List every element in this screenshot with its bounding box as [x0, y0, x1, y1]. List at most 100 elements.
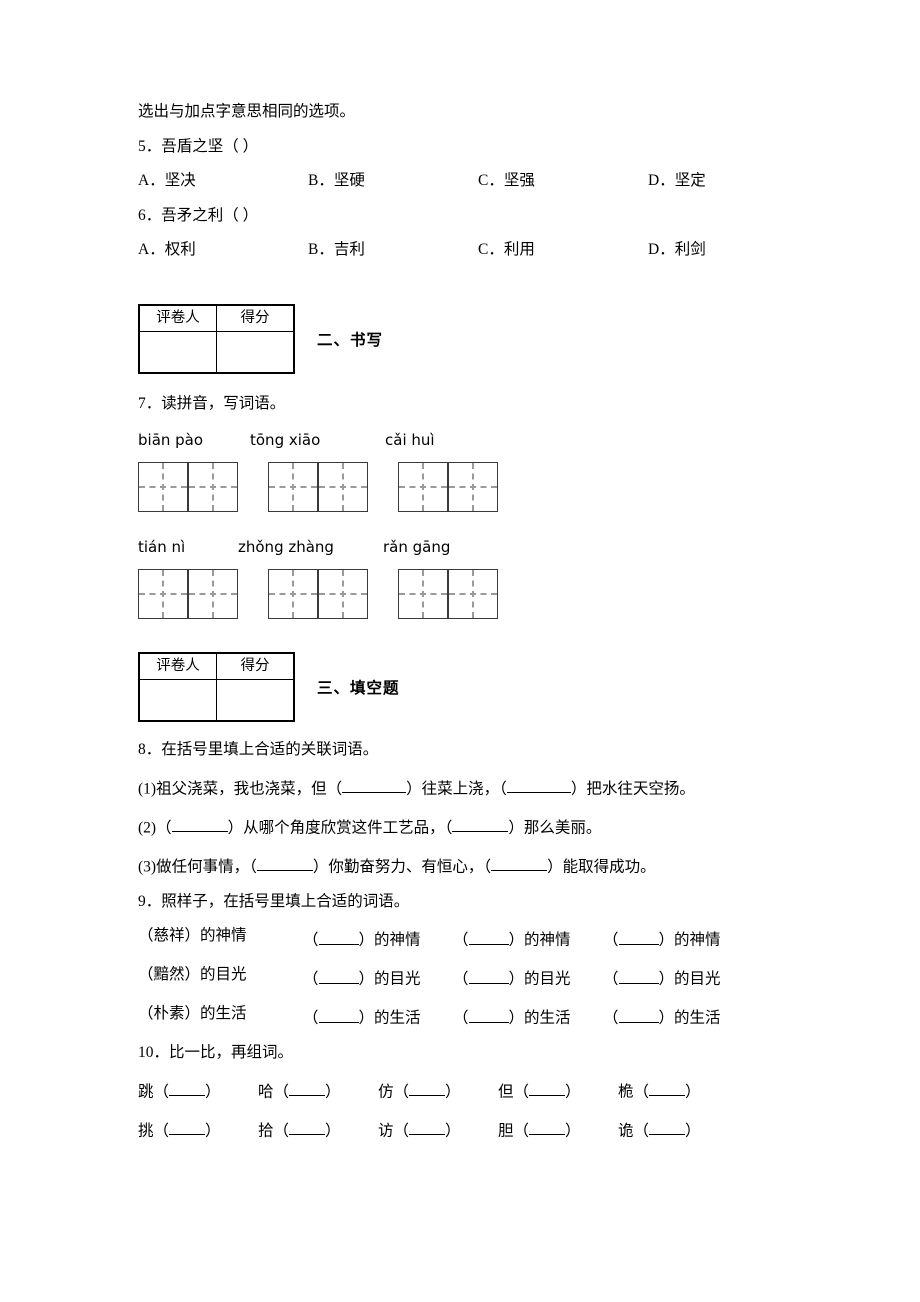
blank-input[interactable]: [491, 855, 548, 871]
score-table-value-row: [138, 330, 295, 373]
section-two-title: 二、书写: [317, 331, 384, 349]
tianzige-cell[interactable]: [398, 462, 448, 512]
grader-value[interactable]: [138, 679, 217, 722]
blank-input[interactable]: [256, 855, 313, 871]
blank-input[interactable]: [318, 928, 359, 945]
option-5-b-label: ．坚硬: [318, 172, 365, 189]
option-5-b-letter: B: [308, 172, 319, 189]
blank-input[interactable]: [649, 1080, 686, 1096]
word-char: 仿（: [378, 1083, 410, 1100]
tianzige-cell[interactable]: [138, 462, 188, 512]
section-two-header: 评卷人 得分 二、书写: [138, 303, 778, 374]
phrase-blank-3-2[interactable]: （ ）的生活: [453, 1006, 603, 1026]
word-pair-2-top[interactable]: 哈（ ）: [258, 1080, 378, 1100]
word-pair-3-top[interactable]: 仿（ ）: [378, 1080, 498, 1100]
blank-input[interactable]: [409, 1119, 446, 1135]
blank-input[interactable]: [289, 1080, 326, 1096]
option-5-a[interactable]: A．坚决: [138, 173, 308, 189]
paren-open: （: [453, 970, 469, 988]
phrase-blank-1-1[interactable]: （ ）的神情: [303, 928, 453, 948]
tianzige-cell[interactable]: [268, 462, 318, 512]
phrase-blank-1-3[interactable]: （ ）的神情: [603, 928, 753, 948]
paren-close-label: ）的神情: [358, 931, 421, 949]
question-6-number: 6: [138, 206, 146, 224]
blank-input[interactable]: [468, 928, 509, 945]
phrase-blank-2-1[interactable]: （ ）的目光: [303, 967, 453, 987]
option-5-b[interactable]: B．坚硬: [308, 173, 478, 189]
blank-input[interactable]: [618, 928, 659, 945]
option-5-c[interactable]: C．坚强: [478, 173, 648, 189]
question-8-item-3: (3)做任何事情，（ ）你勤奋努力、有恒心，（ ）能取得成功。: [138, 855, 778, 875]
word-pair-1-top[interactable]: 跳（ ）: [138, 1080, 258, 1100]
word-pair-1-bottom[interactable]: 挑（ ）: [138, 1119, 258, 1139]
option-6-c[interactable]: C．利用: [478, 242, 648, 258]
paren-open: （: [303, 1009, 319, 1027]
item-3-seg3: ）能取得成功。: [547, 858, 656, 875]
score-value[interactable]: [216, 679, 295, 722]
pinyin-1-3: cǎi huì: [385, 431, 435, 449]
blank-input[interactable]: [169, 1080, 206, 1096]
tianzige-cell[interactable]: [448, 462, 498, 512]
tianzige-group-1-1: [138, 462, 238, 512]
tianzige-cell[interactable]: [138, 569, 188, 619]
score-table-header-row: 评卷人 得分: [138, 304, 295, 332]
blank-input[interactable]: [618, 967, 659, 984]
blank-input[interactable]: [529, 1119, 566, 1135]
word-char: 跳（: [138, 1083, 170, 1100]
option-5-c-letter: C: [478, 172, 489, 189]
phrase-blank-2-2[interactable]: （ ）的目光: [453, 967, 603, 987]
pinyin-row-2: tián nì zhǒng zhàng rǎn gāng: [138, 540, 778, 555]
option-6-a[interactable]: A．权利: [138, 242, 308, 258]
paren-open: （: [603, 931, 619, 949]
blank-input[interactable]: [649, 1119, 686, 1135]
option-5-d[interactable]: D．坚定: [648, 173, 818, 189]
word-pair-3-bottom[interactable]: 访（ ）: [378, 1119, 498, 1139]
tianzige-cell[interactable]: [318, 569, 368, 619]
pinyin-1-2: tōng xiāo: [250, 431, 321, 449]
blank-input[interactable]: [318, 1006, 359, 1023]
phrase-blank-1-2[interactable]: （ ）的神情: [453, 928, 603, 948]
blank-input[interactable]: [171, 816, 228, 832]
pinyin-2-1: tián nì: [138, 538, 186, 556]
question-8-prompt: 8．在括号里填上合适的关联词语。: [138, 741, 379, 758]
tianzige-cell[interactable]: [188, 462, 238, 512]
option-6-b-letter: B: [308, 241, 319, 258]
score-label: 得分: [216, 304, 295, 332]
question-6-options: A．权利 B．吉利 C．利用 D．利剑: [138, 242, 778, 258]
option-6-b[interactable]: B．吉利: [308, 242, 478, 258]
blank-input[interactable]: [506, 777, 571, 793]
phrase-blank-3-1[interactable]: （ ）的生活: [303, 1006, 453, 1026]
blank-input[interactable]: [468, 1006, 509, 1023]
phrase-blank-2-3[interactable]: （ ）的目光: [603, 967, 753, 987]
tianzige-cell[interactable]: [318, 462, 368, 512]
blank-input[interactable]: [452, 816, 509, 832]
phrase-example-2: （黯然）的目光: [138, 966, 247, 983]
paren-close: ）: [205, 1122, 221, 1139]
word-pair-5-bottom[interactable]: 诡（ ）: [618, 1119, 738, 1139]
score-value[interactable]: [216, 330, 295, 373]
tianzige-cell[interactable]: [188, 569, 238, 619]
question-9-prompt: 9．照样子，在括号里填上合适的词语。: [138, 892, 410, 910]
blank-input[interactable]: [289, 1119, 326, 1135]
blank-input[interactable]: [618, 1006, 659, 1023]
tianzige-cell[interactable]: [268, 569, 318, 619]
word-pair-2-bottom[interactable]: 拾（ ）: [258, 1119, 378, 1139]
blank-input[interactable]: [169, 1119, 206, 1135]
phrase-blank-3-3[interactable]: （ ）的生活: [603, 1006, 753, 1026]
blank-input[interactable]: [318, 967, 359, 984]
option-6-c-letter: C: [478, 241, 489, 258]
tianzige-cell[interactable]: [398, 569, 448, 619]
word-pair-4-top[interactable]: 但（ ）: [498, 1080, 618, 1100]
word-char: 但（: [498, 1083, 530, 1100]
word-pair-5-top[interactable]: 桅（ ）: [618, 1080, 738, 1100]
tianzige-cell[interactable]: [448, 569, 498, 619]
option-5-a-label: ．坚决: [149, 172, 196, 189]
blank-input[interactable]: [409, 1080, 446, 1096]
option-5-d-letter: D: [648, 172, 660, 189]
blank-input[interactable]: [342, 777, 407, 793]
blank-input[interactable]: [468, 967, 509, 984]
grader-value[interactable]: [138, 330, 217, 373]
option-6-d[interactable]: D．利剑: [648, 242, 818, 258]
blank-input[interactable]: [529, 1080, 566, 1096]
word-pair-4-bottom[interactable]: 胆（ ）: [498, 1119, 618, 1139]
